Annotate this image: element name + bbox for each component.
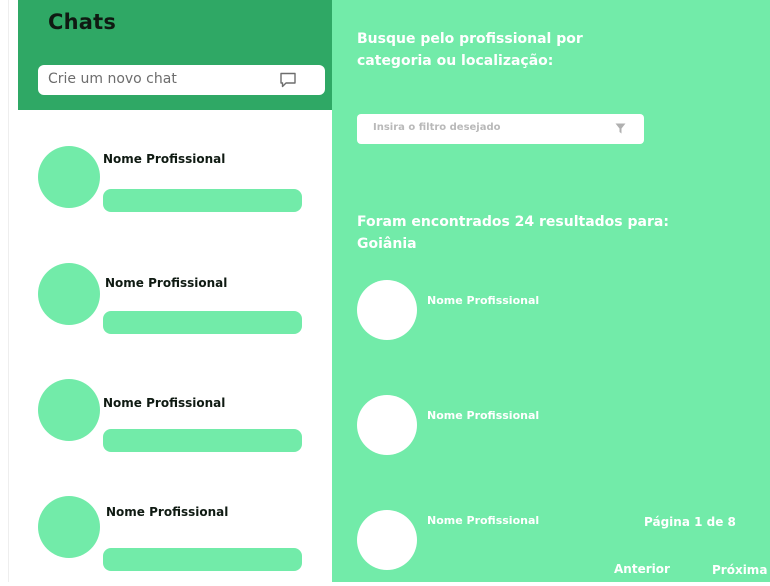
new-chat-input[interactable]: Crie um novo chat [38, 65, 325, 95]
chat-preview-bar [103, 429, 302, 452]
chat-preview-bar [103, 189, 302, 212]
previous-page-link[interactable]: Anterior [614, 562, 670, 576]
chat-avatar [38, 263, 100, 325]
chat-preview-bar [103, 548, 302, 571]
result-item[interactable]: Nome Profissional [357, 395, 657, 457]
result-avatar [357, 395, 417, 455]
chat-name: Nome Profissional [105, 276, 228, 290]
page-left-edge [0, 0, 9, 582]
pagination-info: Página 1 de 8 [644, 515, 736, 529]
chat-preview-bar [103, 311, 302, 334]
filter-input[interactable]: Insira o filtro desejado [357, 114, 644, 144]
chat-list-item[interactable]: Nome Profissional [18, 496, 332, 586]
result-item[interactable]: Nome Profissional [357, 280, 657, 342]
search-prompt: Busque pelo profissional por categoria o… [357, 31, 583, 69]
chat-avatar [38, 379, 100, 441]
chat-bubble-icon[interactable] [279, 72, 297, 88]
chat-list-item[interactable]: Nome Profissional [18, 379, 332, 469]
search-panel: Busque pelo profissional por categoria o… [332, 0, 770, 582]
chat-name: Nome Profissional [103, 396, 226, 410]
result-name: Nome Profissional [427, 514, 540, 527]
filter-placeholder: Insira o filtro desejado [373, 122, 501, 133]
chat-name: Nome Profissional [103, 152, 226, 166]
chats-panel: Chats Crie um novo chat Nome Profissiona… [18, 0, 332, 582]
chat-avatar [38, 496, 100, 558]
next-page-link[interactable]: Próxima [712, 563, 767, 577]
chat-avatar [38, 146, 100, 208]
chat-name: Nome Profissional [106, 505, 229, 519]
result-name: Nome Profissional [427, 409, 540, 422]
new-chat-placeholder: Crie um novo chat [48, 71, 177, 87]
chat-list-item[interactable]: Nome Profissional [18, 263, 332, 353]
result-avatar [357, 510, 417, 570]
chats-title: Chats [48, 10, 117, 34]
result-avatar [357, 280, 417, 340]
chat-list-item[interactable]: Nome Profissional [18, 146, 332, 236]
results-summary: Foram encontrados 24 resultados para: Go… [357, 214, 669, 252]
result-name: Nome Profissional [427, 294, 540, 307]
chats-header: Chats Crie um novo chat [18, 0, 332, 110]
result-item[interactable]: Nome Profissional [357, 510, 657, 572]
filter-funnel-icon[interactable] [615, 123, 626, 134]
